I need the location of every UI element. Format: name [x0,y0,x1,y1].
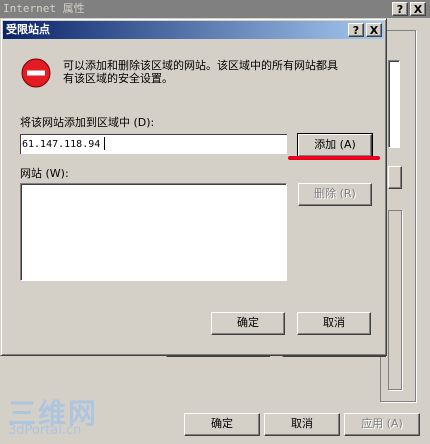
question-icon: ? [352,23,360,37]
close-icon: X [413,2,423,16]
dialog-title: 受限站点 [6,23,50,36]
dialog-ok-button[interactable]: 确定 [211,312,285,335]
description-line-2: 有该区域的安全设置。 [63,72,173,85]
dialog-cancel-button[interactable]: 取消 [297,312,371,335]
add-site-button[interactable]: 添加 (A) [297,133,373,158]
help-icon: ? [396,2,404,16]
close-icon: X [369,23,379,37]
watermark-url: 3dPortal.cn [8,423,82,438]
remove-site-button[interactable]: 删除 (R) [298,183,372,206]
back-window-groupbox [388,210,402,390]
dialog-close-button[interactable]: X [366,23,382,37]
text-caret [104,137,105,150]
back-window-button-partial[interactable] [388,166,402,189]
add-site-label: 将该网站添加到区域中 (D): [20,116,155,129]
restricted-sites-dialog: 受限站点 ? X 可以添加和删除该区域的网站。该区域中的所有网站都具 有该区域的… [0,18,387,356]
back-apply-button[interactable]: 应用 (A) [344,413,420,436]
websites-label: 网站 (W): [20,167,69,180]
websites-listbox[interactable] [20,183,287,281]
restricted-sites-titlebar: 受限站点 [3,21,384,39]
back-cancel-button[interactable]: 取消 [264,413,340,436]
site-url-input[interactable] [20,134,287,154]
back-window-listbox[interactable] [388,60,400,148]
back-ok-button[interactable]: 确定 [184,413,260,436]
internet-properties-title: Internet 属性 [3,2,85,15]
highlight-underline [288,156,380,160]
internet-properties-titlebar: Internet 属性 [0,0,430,18]
back-help-button[interactable]: ? [392,2,408,16]
stop-icon [21,58,51,88]
dialog-help-button[interactable]: ? [348,23,364,37]
back-close-button[interactable]: X [410,2,426,16]
